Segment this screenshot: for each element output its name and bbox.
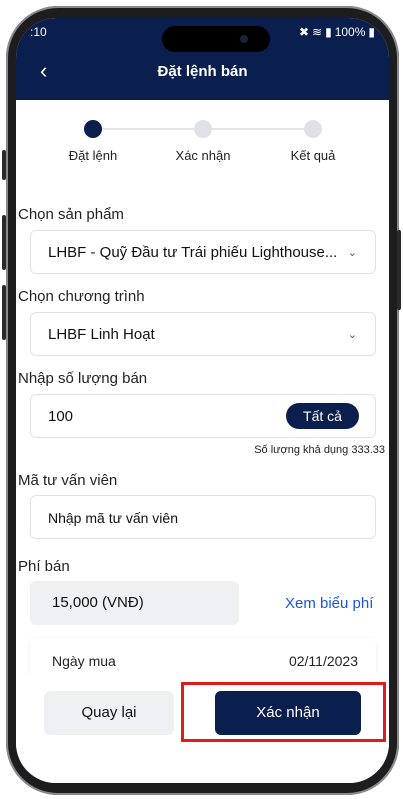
side-button <box>397 230 401 310</box>
step-label-confirm: Xác nhận <box>175 148 231 163</box>
program-select[interactable]: LHBF Linh Hoạt ⌄ <box>30 312 376 356</box>
back-button[interactable]: Quay lại <box>44 691 174 735</box>
side-button <box>2 150 6 180</box>
program-select-value: LHBF Linh Hoạt <box>48 326 155 343</box>
battery-icon: ▮ <box>368 25 375 39</box>
step-dot-order <box>84 120 102 138</box>
step-label-result: Kết quả <box>290 148 336 163</box>
step-dot-result <box>304 120 322 138</box>
quantity-label: Nhập số lượng bán <box>18 370 148 387</box>
buy-date-label: Ngày mua <box>52 653 116 669</box>
advisor-code-placeholder: Nhập mã tư vấn viên <box>48 510 178 526</box>
fee-display: 15,000 (VNĐ) <box>30 581 239 625</box>
program-label: Chọn chương trình <box>18 288 145 305</box>
stepper-connector <box>203 128 313 130</box>
step-dot-confirm <box>194 120 212 138</box>
chevron-down-icon: ⌄ <box>347 329 357 341</box>
wifi-icon: ≋ <box>312 25 323 39</box>
chevron-down-icon: ⌄ <box>347 247 357 259</box>
fee-label: Phí bán <box>18 558 70 575</box>
step-label-order: Đặt lệnh <box>68 148 118 163</box>
fee-schedule-link[interactable]: Xem biểu phí <box>285 595 373 612</box>
page-title: Đặt lệnh bán <box>157 63 248 80</box>
app-header: :10 ✖ ≋ ▮ 100% ▮ ‹ Đặt lệnh bán <box>16 18 389 100</box>
mute-icon: ✖ <box>298 25 310 39</box>
advisor-label: Mã tư vấn viên <box>18 472 118 489</box>
available-quantity: Số lượng khả dụng 333.33 <box>254 444 385 456</box>
battery-percent: 100% <box>334 25 366 39</box>
highlight-box <box>181 682 386 742</box>
product-select-value: LHBF - Quỹ Đầu tư Trái phiếu Lighthouse.… <box>48 244 338 261</box>
app-screen: :10 ✖ ≋ ▮ 100% ▮ ‹ Đặt lệnh bán Đặt lệnh… <box>16 18 389 783</box>
fee-value: 15,000 (VNĐ) <box>52 594 144 611</box>
stepper-connector <box>93 128 203 130</box>
camera-notch <box>162 26 270 52</box>
buy-date-value: 02/11/2023 <box>288 653 358 669</box>
side-button <box>2 215 6 270</box>
product-label: Chọn sản phẩm <box>18 206 124 223</box>
side-button <box>2 285 6 340</box>
select-all-button[interactable]: Tất cả <box>286 403 359 429</box>
advisor-code-input[interactable]: Nhập mã tư vấn viên <box>30 495 376 539</box>
quantity-input-value: 100 <box>48 408 74 425</box>
product-select[interactable]: LHBF - Quỹ Đầu tư Trái phiếu Lighthouse.… <box>30 230 376 274</box>
signal-icon: ▮ <box>325 25 332 39</box>
status-icons: ✖ ≋ ▮ 100% ▮ <box>299 25 375 39</box>
status-time: :10 <box>30 25 47 39</box>
stepper: Đặt lệnh Xác nhận Kết quả <box>16 118 389 178</box>
